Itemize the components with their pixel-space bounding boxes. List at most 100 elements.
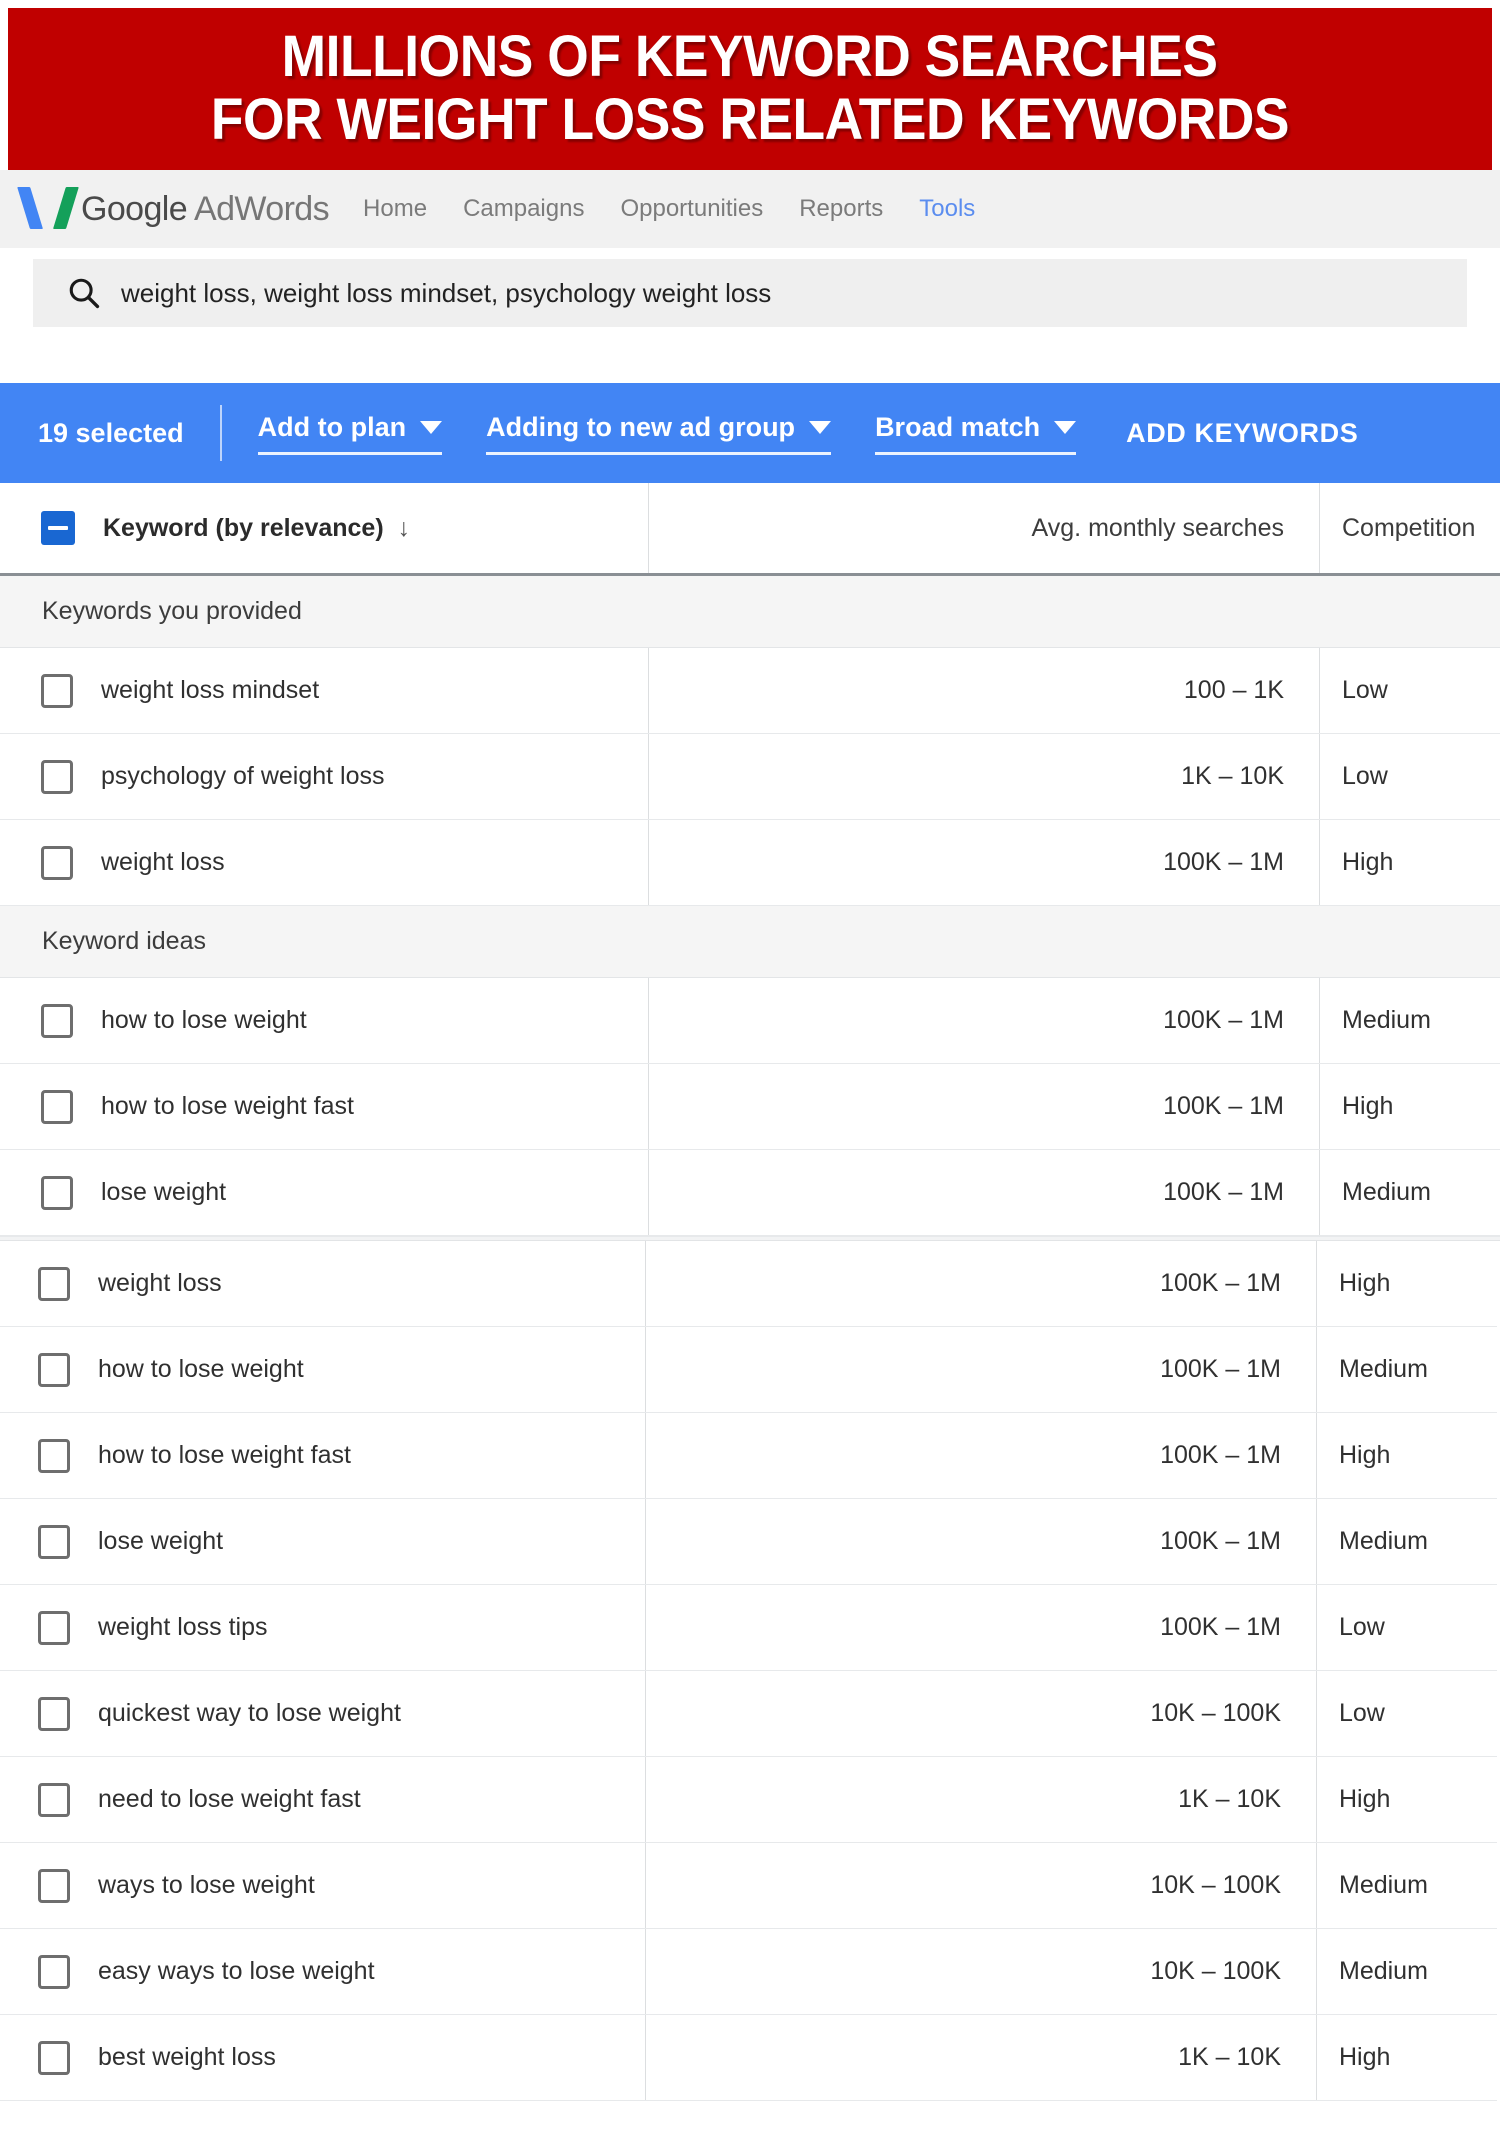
row-cell-competition: Medium xyxy=(1317,1929,1497,2014)
table-row[interactable]: weight loss mindset 100 – 1K Low xyxy=(0,648,1500,734)
header-label-keyword: Keyword (by relevance) xyxy=(103,513,384,542)
nav-item-reports[interactable]: Reports xyxy=(799,195,883,223)
row-checkbox[interactable] xyxy=(38,1610,70,1645)
nav-item-opportunities[interactable]: Opportunities xyxy=(620,195,763,223)
row-cell-competition: High xyxy=(1317,2015,1497,2100)
row-cell-competition: Medium xyxy=(1317,1499,1497,1584)
row-checkbox[interactable] xyxy=(38,1438,70,1473)
row-checkbox[interactable] xyxy=(41,1003,73,1038)
row-cell-competition: High xyxy=(1317,1413,1497,1498)
row-checkbox[interactable] xyxy=(41,845,73,880)
keyword-text: psychology of weight loss xyxy=(101,762,385,790)
table-row[interactable]: how to lose weight fast 100K – 1M High xyxy=(0,1413,1497,1499)
keyword-text: how to lose weight fast xyxy=(98,1441,351,1469)
table-row[interactable]: lose weight 100K – 1M Medium xyxy=(0,1150,1500,1236)
bulk-action-bar: 19 selected Add to plan Adding to new ad… xyxy=(0,383,1500,483)
competition-value: Low xyxy=(1342,762,1388,790)
nav-item-campaigns[interactable]: Campaigns xyxy=(463,195,584,223)
searches-value: 100K – 1M xyxy=(1163,1178,1284,1206)
competition-value: Low xyxy=(1339,1613,1385,1641)
add-to-plan-dropdown[interactable]: Add to plan xyxy=(257,412,443,455)
row-cell-keyword: psychology of weight loss xyxy=(0,734,649,819)
row-cell-keyword: need to lose weight fast xyxy=(0,1757,646,1842)
table-row[interactable]: quickest way to lose weight 10K – 100K L… xyxy=(0,1671,1497,1757)
competition-value: Medium xyxy=(1339,1871,1428,1899)
keyword-text: how to lose weight fast xyxy=(101,1092,354,1120)
select-all-checkbox[interactable] xyxy=(41,511,75,545)
keyword-text: weight loss xyxy=(101,848,225,876)
action-bar-divider xyxy=(219,405,222,461)
competition-value: High xyxy=(1339,1441,1391,1469)
add-keywords-button[interactable]: ADD KEYWORDS xyxy=(1126,418,1358,449)
adwords-logo-text: Google AdWords xyxy=(81,189,330,229)
table-row[interactable]: how to lose weight 100K – 1M Medium xyxy=(0,1327,1497,1413)
table-row[interactable]: weight loss 100K – 1M High xyxy=(0,1241,1497,1327)
table-row[interactable]: need to lose weight fast 1K – 10K High xyxy=(0,1757,1497,1843)
table-row[interactable]: psychology of weight loss 1K – 10K Low xyxy=(0,734,1500,820)
search-input[interactable]: weight loss, weight loss mindset, psycho… xyxy=(121,278,771,309)
row-cell-keyword: weight loss xyxy=(0,820,649,905)
keyword-text: lose weight xyxy=(101,1178,227,1206)
row-checkbox[interactable] xyxy=(38,1524,70,1559)
row-cell-searches: 100K – 1M xyxy=(646,1499,1317,1584)
row-cell-competition: Low xyxy=(1317,1585,1497,1670)
searches-value: 100K – 1M xyxy=(1163,848,1284,876)
row-cell-keyword: lose weight xyxy=(0,1150,649,1235)
header-cell-competition: Competition xyxy=(1320,483,1500,573)
keyword-text: easy ways to lose weight xyxy=(98,1957,375,1985)
page-root: MILLIONS OF KEYWORD SEARCHES FOR WEIGHT … xyxy=(0,0,1500,2134)
row-checkbox[interactable] xyxy=(41,1089,73,1124)
sort-descending-icon[interactable]: ↓ xyxy=(398,515,411,541)
logo-stroke-green xyxy=(53,187,79,229)
nav-item-home[interactable]: Home xyxy=(363,195,427,223)
logo-stroke-blue xyxy=(17,187,43,229)
table-row[interactable]: weight loss 100K – 1M High xyxy=(0,820,1500,906)
keyword-text: best weight loss xyxy=(98,2043,276,2071)
row-checkbox[interactable] xyxy=(38,1696,70,1731)
searches-value: 1K – 10K xyxy=(1178,1785,1281,1813)
row-cell-searches: 1K – 10K xyxy=(649,734,1320,819)
table-row[interactable]: easy ways to lose weight 10K – 100K Medi… xyxy=(0,1929,1497,2015)
section-header-keywords-you-provided: Keywords you provided xyxy=(0,576,1500,648)
banner-line-2: FOR WEIGHT LOSS RELATED KEYWORDS xyxy=(210,87,1290,152)
ad-group-label: Adding to new ad group xyxy=(486,411,796,442)
row-cell-competition: Low xyxy=(1320,734,1500,819)
searches-value: 100K – 1M xyxy=(1163,1006,1284,1034)
row-cell-competition: Medium xyxy=(1317,1327,1497,1412)
row-cell-keyword: lose weight xyxy=(0,1499,646,1584)
row-checkbox[interactable] xyxy=(38,1266,70,1301)
table-row[interactable]: how to lose weight fast 100K – 1M High xyxy=(0,1064,1500,1150)
row-checkbox[interactable] xyxy=(38,1782,70,1817)
row-checkbox[interactable] xyxy=(41,759,73,794)
row-checkbox[interactable] xyxy=(38,2040,70,2075)
table-row[interactable]: how to lose weight 100K – 1M Medium xyxy=(0,978,1500,1064)
row-cell-competition: High xyxy=(1317,1241,1497,1326)
row-cell-competition: High xyxy=(1320,1064,1500,1149)
row-cell-competition: Low xyxy=(1320,648,1500,733)
row-cell-competition: Medium xyxy=(1320,978,1500,1063)
row-checkbox[interactable] xyxy=(41,1175,73,1210)
keyword-text: how to lose weight xyxy=(98,1355,304,1383)
selected-count-label: 19 selected xyxy=(38,417,184,448)
searches-value: 1K – 10K xyxy=(1178,2043,1281,2071)
row-cell-searches: 100K – 1M xyxy=(646,1327,1317,1412)
table-row[interactable]: best weight loss 1K – 10K High xyxy=(0,2015,1497,2101)
row-checkbox[interactable] xyxy=(38,1352,70,1387)
logo-word-adwords: AdWords xyxy=(187,189,330,228)
nav-item-tools[interactable]: Tools xyxy=(919,195,975,223)
adwords-logo[interactable]: Google AdWords xyxy=(17,187,330,231)
searches-value: 100K – 1M xyxy=(1160,1613,1281,1641)
keyword-text: how to lose weight xyxy=(101,1006,307,1034)
row-cell-keyword: how to lose weight fast xyxy=(0,1064,649,1149)
ad-group-dropdown[interactable]: Adding to new ad group xyxy=(486,411,832,455)
row-cell-searches: 1K – 10K xyxy=(646,2015,1317,2100)
row-checkbox[interactable] xyxy=(41,673,73,708)
match-type-dropdown[interactable]: Broad match xyxy=(875,412,1077,455)
keyword-text: ways to lose weight xyxy=(98,1871,315,1899)
table-row[interactable]: ways to lose weight 10K – 100K Medium xyxy=(0,1843,1497,1929)
table-row[interactable]: lose weight 100K – 1M Medium xyxy=(0,1499,1497,1585)
row-checkbox[interactable] xyxy=(38,1954,70,1989)
table-row[interactable]: weight loss tips 100K – 1M Low xyxy=(0,1585,1497,1671)
keyword-search-box[interactable]: weight loss, weight loss mindset, psycho… xyxy=(33,259,1467,327)
row-checkbox[interactable] xyxy=(38,1868,70,1903)
